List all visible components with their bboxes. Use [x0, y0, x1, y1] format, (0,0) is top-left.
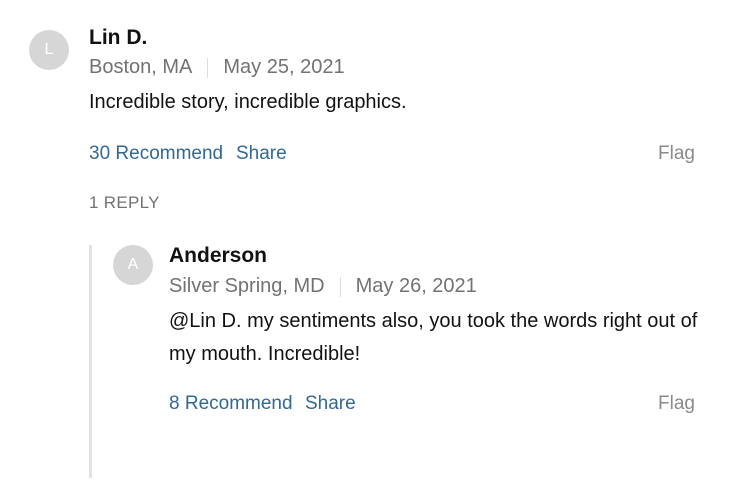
avatar: L — [29, 30, 69, 70]
reply-location: Silver Spring, MD — [169, 275, 325, 297]
flag-button[interactable]: Flag — [658, 393, 695, 415]
share-button[interactable]: Share — [305, 393, 356, 415]
comment-date: May 25, 2021 — [223, 56, 345, 78]
comment-meta: Boston, MA May 25, 2021 — [89, 56, 345, 79]
recommend-button[interactable]: 30 Recommend — [89, 143, 223, 165]
comment-location: Boston, MA — [89, 56, 193, 78]
reply-text: @Lin D. my sentiments also, you took the… — [169, 310, 698, 365]
replies-toggle[interactable]: 1 REPLY — [89, 193, 160, 213]
recommend-button[interactable]: 8 Recommend — [169, 393, 293, 415]
reply-thread-line — [89, 245, 92, 478]
avatar-initial: L — [44, 41, 54, 58]
reply-date: May 26, 2021 — [355, 275, 477, 297]
comment-author[interactable]: Lin D. — [89, 26, 147, 50]
meta-divider — [207, 57, 209, 78]
meta-divider — [339, 276, 341, 297]
reply-author[interactable]: Anderson — [169, 244, 267, 268]
flag-button[interactable]: Flag — [658, 143, 695, 165]
avatar-initial: A — [127, 256, 139, 273]
avatar: A — [113, 245, 153, 285]
share-button[interactable]: Share — [236, 143, 287, 165]
comment-text: Incredible story, incredible graphics. — [89, 91, 407, 113]
reply-meta: Silver Spring, MD May 26, 2021 — [169, 275, 477, 298]
